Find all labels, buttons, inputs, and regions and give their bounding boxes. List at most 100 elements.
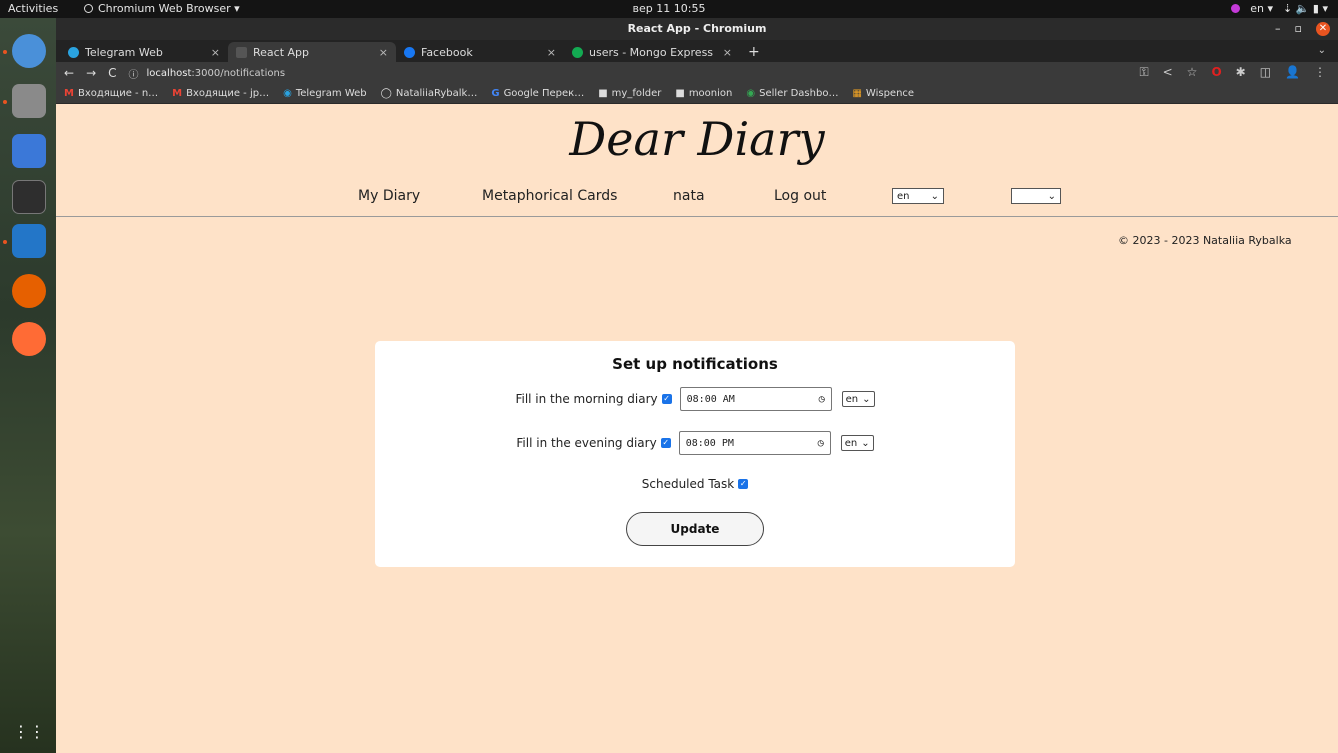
nav-user[interactable]: nata: [673, 188, 705, 204]
chevron-down-icon: ⌄: [861, 437, 870, 449]
maximize-button[interactable]: ▫: [1295, 18, 1302, 40]
running-indicator: [3, 100, 7, 104]
text-editor-dock-icon[interactable]: [12, 134, 46, 168]
clock-icon[interactable]: ◷: [819, 394, 825, 405]
password-key-icon[interactable]: ⚿: [1139, 65, 1148, 80]
activities-button[interactable]: Activities: [8, 2, 58, 15]
url-host: localhost: [146, 67, 192, 79]
tab-search-icon[interactable]: ⌄: [1318, 45, 1326, 56]
scheduled-checkbox[interactable]: ✓: [738, 479, 749, 489]
bookmark-telegram[interactable]: ◉ Telegram Web: [283, 88, 367, 99]
tab-close-icon[interactable]: ×: [211, 46, 220, 59]
morning-language-select[interactable]: en ⌄: [841, 391, 875, 407]
bookmark-label: my_folder: [611, 88, 662, 99]
telegram-icon: ◉: [283, 88, 292, 99]
minimize-button[interactable]: –: [1275, 18, 1281, 40]
copyright: © 2023 - 2023 Nataliia Rybalka: [1118, 234, 1292, 247]
bookmark-label: Seller Dashbo…: [759, 88, 839, 99]
evening-language-select[interactable]: en ⌄: [840, 435, 874, 451]
bookmark-wispence[interactable]: ▦ Wispence: [852, 88, 914, 99]
clock[interactable]: вер 11 10:55: [633, 2, 706, 15]
close-window-button[interactable]: ✕: [1316, 22, 1330, 36]
nav-divider: [56, 216, 1338, 217]
bookmark-label: moonion: [688, 88, 733, 99]
bookmark-label: Google Перек…: [503, 88, 585, 99]
nav-metaphorical-cards[interactable]: Metaphorical Cards: [482, 188, 617, 204]
evening-checkbox[interactable]: ✓: [660, 438, 671, 448]
opera-extension-icon[interactable]: O: [1211, 65, 1221, 80]
tab-react-app[interactable]: React App ×: [228, 42, 396, 62]
profile-avatar-icon[interactable]: 👤: [1285, 65, 1300, 80]
status-icons[interactable]: ⇣ 🔈 ▮ ▾: [1283, 2, 1328, 15]
bookmark-folder-moonion[interactable]: ■ moonion: [675, 88, 732, 99]
tab-telegram-web[interactable]: Telegram Web ×: [60, 42, 228, 62]
secondary-select[interactable]: ⌄: [1011, 188, 1061, 204]
facebook-favicon-icon: [404, 46, 415, 58]
tab-close-icon[interactable]: ×: [379, 46, 388, 59]
back-button[interactable]: ←: [64, 66, 74, 80]
dock: ⋮⋮: [0, 18, 56, 753]
clock-icon[interactable]: ◷: [818, 438, 824, 449]
wispence-icon: ▦: [852, 88, 862, 99]
window-title: React App - Chromium: [627, 22, 767, 35]
bookmark-gmail-1[interactable]: M Входящие - n…: [64, 88, 158, 99]
evening-language-value: en: [844, 437, 858, 449]
new-tab-button[interactable]: +: [740, 42, 768, 62]
chromium-icon: [84, 4, 93, 13]
morning-time-value: 08:00 AM: [686, 393, 735, 405]
chromium-dock-icon[interactable]: [12, 34, 46, 68]
url-field[interactable]: ⓘ localhost:3000/notifications: [129, 66, 286, 81]
app-indicator-icon[interactable]: [1231, 4, 1241, 13]
tab-close-icon[interactable]: ×: [723, 46, 732, 59]
reload-button[interactable]: C: [108, 66, 116, 80]
tab-mongo-express[interactable]: users - Mongo Express ×: [564, 42, 740, 62]
bookmark-star-icon[interactable]: ☆: [1187, 65, 1198, 80]
side-panel-icon[interactable]: ◫: [1260, 65, 1271, 80]
morning-label: Fill in the morning diary: [515, 392, 658, 406]
google-translate-icon: G: [491, 88, 500, 99]
share-icon[interactable]: <: [1163, 65, 1173, 80]
update-button[interactable]: Update: [626, 512, 764, 546]
tab-strip: Telegram Web × React App × Facebook × us…: [56, 40, 1338, 62]
site-nav: My Diary Metaphorical Cards nata Log out…: [56, 188, 1338, 212]
extensions-puzzle-icon[interactable]: ✱: [1236, 65, 1246, 80]
bookmark-seller-dashboard[interactable]: ◉ Seller Dashbo…: [746, 88, 838, 99]
seller-dashboard-icon: ◉: [746, 88, 756, 99]
postman-dock-icon[interactable]: [12, 322, 46, 356]
nav-my-diary[interactable]: My Diary: [358, 188, 420, 204]
language-select-value: en: [897, 190, 910, 202]
url-path: :3000/notifications: [191, 67, 286, 79]
keyboard-language[interactable]: en ▾: [1250, 2, 1273, 15]
morning-time-input[interactable]: 08:00 AM ◷: [679, 387, 832, 411]
window-titlebar: React App - Chromium – ▫ ✕: [56, 18, 1338, 40]
mongo-favicon-icon: [572, 46, 583, 58]
tab-close-icon[interactable]: ×: [547, 46, 556, 59]
morning-checkbox[interactable]: ✓: [661, 394, 672, 404]
browser-menu-icon[interactable]: ⋮: [1314, 65, 1326, 80]
bookmark-github[interactable]: ◯ NataliiaRybalk…: [381, 88, 478, 99]
evening-label: Fill in the evening diary: [516, 436, 657, 450]
show-apps-icon[interactable]: ⋮⋮: [12, 716, 46, 746]
bookmark-google-translate[interactable]: G Google Перек…: [491, 88, 584, 99]
page-viewport: Dear Diary My Diary Metaphorical Cards n…: [56, 104, 1338, 753]
browser-window: React App - Chromium – ▫ ✕ Telegram Web …: [56, 18, 1338, 753]
bookmark-folder-my-folder[interactable]: ■ my_folder: [598, 88, 661, 99]
running-indicator: [3, 240, 7, 244]
bookmark-gmail-2[interactable]: M Входящие - jp…: [172, 88, 269, 99]
chevron-down-icon: ⌄: [1047, 190, 1056, 202]
site-info-icon[interactable]: ⓘ: [129, 66, 139, 81]
language-select[interactable]: en ⌄: [892, 188, 944, 204]
app-menu[interactable]: Chromium Web Browser ▾: [84, 2, 240, 15]
gmail-icon: M: [172, 88, 183, 99]
morning-language-value: en: [845, 393, 859, 405]
vscode-dock-icon[interactable]: [12, 224, 46, 258]
morning-row: Fill in the morning diary ✓ 08:00 AM ◷ e…: [375, 387, 1015, 411]
bookmark-label: Входящие - n…: [77, 88, 159, 99]
nav-log-out[interactable]: Log out: [774, 188, 826, 204]
tab-facebook[interactable]: Facebook ×: [396, 42, 564, 62]
evening-time-input[interactable]: 08:00 PM ◷: [678, 431, 831, 455]
firefox-dock-icon[interactable]: [12, 274, 46, 308]
forward-button[interactable]: →: [86, 66, 96, 80]
terminal-dock-icon[interactable]: [12, 180, 46, 214]
files-dock-icon[interactable]: [12, 84, 46, 118]
